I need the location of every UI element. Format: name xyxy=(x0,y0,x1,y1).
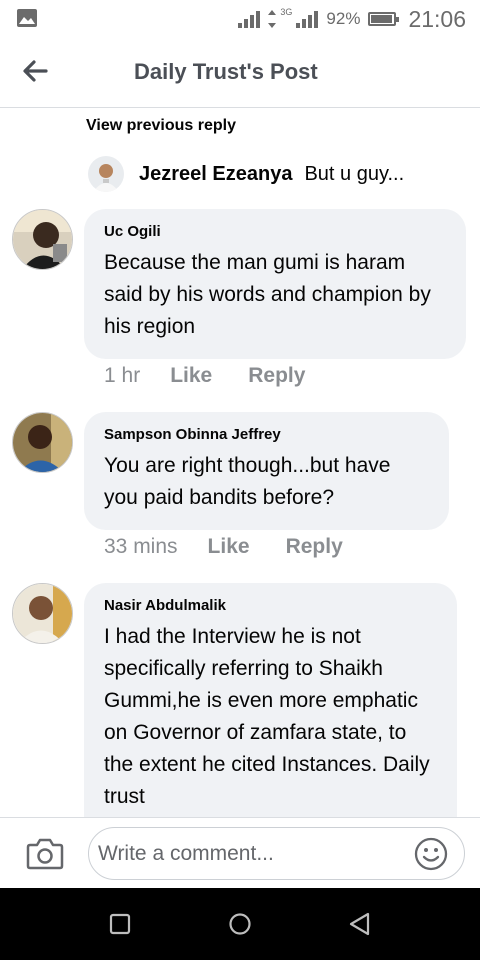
comment-time: 33 mins xyxy=(104,535,178,558)
reply-preview[interactable]: Jezreel Ezeanya But u guy... xyxy=(88,155,458,193)
reply-author[interactable]: Jezreel Ezeanya xyxy=(139,163,292,186)
comment-meta: 1 hr Like Reply xyxy=(104,364,341,388)
comment-meta: 33 mins Like Reply xyxy=(104,535,379,559)
comment-author[interactable]: Uc Ogili xyxy=(104,223,446,240)
comment-text: Because the man gumi is haram said by hi… xyxy=(104,251,431,338)
camera-icon[interactable] xyxy=(26,835,64,871)
comment-input[interactable] xyxy=(88,827,465,880)
like-button[interactable]: Like xyxy=(208,535,250,559)
back-arrow-icon xyxy=(23,60,48,82)
avatar[interactable] xyxy=(12,412,73,473)
system-nav-bar xyxy=(0,888,480,960)
comment-bubble: Nasir Abdulmalik I had the Interview he … xyxy=(84,583,457,817)
page-title: Daily Trust's Post xyxy=(134,59,318,84)
reply-button[interactable]: Reply xyxy=(248,364,305,388)
comment-author[interactable]: Sampson Obinna Jeffrey xyxy=(104,426,429,443)
view-previous-reply-link[interactable]: View previous reply xyxy=(86,117,236,135)
comment-author[interactable]: Nasir Abdulmalik xyxy=(104,597,437,614)
avatar[interactable] xyxy=(12,209,73,270)
back-triangle-icon[interactable] xyxy=(346,910,374,938)
home-circle-icon[interactable] xyxy=(226,910,254,938)
status-indicators: 3G 92% 21:06 xyxy=(238,5,466,33)
comments-feed[interactable]: View previous reply Jezreel Ezeanya But … xyxy=(0,109,480,817)
comment-composer xyxy=(0,817,480,888)
status-clock: 21:06 xyxy=(408,5,466,32)
comment-text: You are right though...but have you paid… xyxy=(104,454,391,509)
back-button[interactable] xyxy=(14,54,56,88)
signal-strength-icon xyxy=(238,10,261,28)
like-button[interactable]: Like xyxy=(170,364,212,388)
comment-text: I had the Interview he is not specifical… xyxy=(104,625,430,808)
signal-strength-2-icon xyxy=(296,10,319,28)
comment-bubble: Uc Ogili Because the man gumi is haram s… xyxy=(84,209,466,359)
battery-percent: 92% xyxy=(326,9,361,28)
network-type-label: 3G xyxy=(280,6,293,17)
comment-bubble: Sampson Obinna Jeffrey You are right tho… xyxy=(84,412,449,530)
gallery-icon xyxy=(17,9,37,27)
reply-snippet: But u guy... xyxy=(304,162,405,185)
status-bar: 3G 92% 21:06 xyxy=(0,0,480,38)
battery-level-fill xyxy=(371,15,392,23)
emoji-icon[interactable] xyxy=(414,837,448,871)
recents-square-icon[interactable] xyxy=(106,910,134,938)
data-transfer-icon xyxy=(268,10,277,28)
comment-time: 1 hr xyxy=(104,364,141,387)
battery-icon xyxy=(368,12,400,26)
reply-button[interactable]: Reply xyxy=(286,535,343,559)
post-header: Daily Trust's Post xyxy=(0,38,480,108)
avatar[interactable] xyxy=(12,583,73,644)
avatar xyxy=(88,156,124,192)
